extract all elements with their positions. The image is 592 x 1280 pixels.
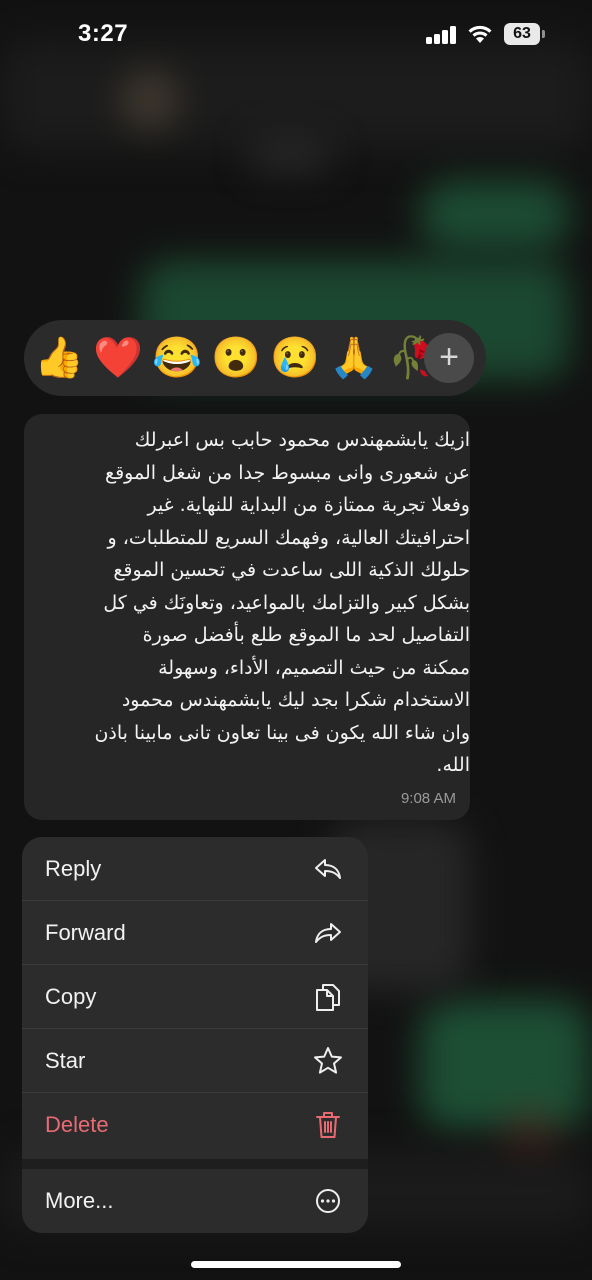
menu-item-label: Copy (45, 984, 97, 1009)
copy-icon (316, 984, 340, 1011)
trash-icon (316, 1112, 340, 1138)
message-line: ممكنة من حيث التصميم، الأداء، وسهولة (158, 656, 470, 679)
menu-item-delete[interactable]: Delete (22, 1093, 368, 1157)
message-text: ازيك يابشمهندس محمود حابب بس اعبرلك عن ش… (50, 424, 470, 782)
message-line: وان شاء الله يكون فى بينا تعاون تانى ماب… (94, 721, 470, 744)
battery-level: 63 (504, 23, 540, 45)
message-line: احترافيتك العالية، وفهمك السريع للمتطلبا… (107, 526, 470, 549)
message-line: وفعلا تجربة ممتازة من البداية للنهاية. غ… (147, 494, 470, 516)
forward-arrow-icon (315, 923, 341, 943)
cellular-signal-icon (426, 26, 458, 44)
home-indicator[interactable] (191, 1261, 401, 1268)
menu-item-label: Reply (45, 856, 102, 881)
plus-icon: + (439, 338, 459, 376)
menu-item-label: Delete (45, 1112, 109, 1137)
reaction-thumbs-up[interactable]: 👍 (34, 332, 84, 384)
menu-item-star[interactable]: Star (22, 1029, 368, 1093)
message-timestamp: 9:08 AM (400, 790, 456, 807)
message-line: التفاصيل لحد ما الموقع طلع بأفضل صورة (142, 624, 470, 646)
star-icon (314, 1047, 342, 1074)
message-line: عن شعورى وانى مبسوط جدا من شغل الموقع (104, 461, 470, 484)
menu-item-forward[interactable]: Forward (22, 901, 368, 965)
message-bubble[interactable]: ازيك يابشمهندس محمود حابب بس اعبرلك عن ش… (24, 414, 470, 820)
message-line: ازيك يابشمهندس محمود حابب بس اعبرلك (134, 429, 470, 451)
menu-item-more[interactable]: More... (22, 1169, 368, 1233)
message-context-menu: Reply Forward Copy Star Delete More... (22, 837, 368, 1233)
reaction-heart[interactable]: ❤️ (93, 332, 143, 384)
menu-item-label: More... (45, 1188, 114, 1213)
status-bar: 3:27 63 (0, 0, 592, 70)
reaction-laughing[interactable]: 😂 (152, 332, 202, 384)
menu-item-label: Forward (45, 920, 126, 945)
menu-item-label: Star (45, 1048, 86, 1073)
reaction-crying[interactable]: 😢 (270, 332, 320, 384)
wifi-icon (468, 25, 492, 43)
battery-cap (542, 30, 545, 38)
more-ellipsis-icon (316, 1189, 340, 1213)
message-line: الاستخدام شكرا بجد ليك يابشمهندس محمود (121, 689, 470, 711)
reaction-bar: 👍 ❤️ 😂 😮 😢 🙏 🥀 + (24, 320, 486, 396)
message-line: حلولك الذكية اللى ساعدت في تحسين الموقع (113, 559, 470, 581)
add-reaction-button[interactable]: + (424, 333, 474, 383)
menu-item-copy[interactable]: Copy (22, 965, 368, 1029)
status-time: 3:27 (78, 20, 129, 47)
reaction-surprised[interactable]: 😮 (211, 332, 261, 384)
message-line: بشكل كبير والتزامك بالمواعيد، وتعاونَك ف… (103, 591, 470, 614)
reply-arrow-icon (315, 859, 341, 879)
menu-item-reply[interactable]: Reply (22, 837, 368, 901)
message-line: الله. (436, 754, 470, 776)
menu-divider (22, 1159, 368, 1169)
reaction-pray[interactable]: 🙏 (329, 332, 379, 384)
